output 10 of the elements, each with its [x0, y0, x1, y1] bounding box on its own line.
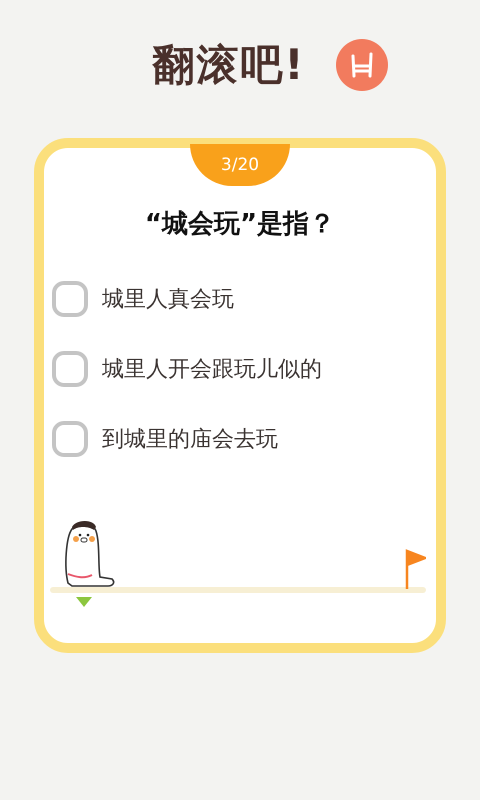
option-checkbox[interactable]	[52, 351, 88, 387]
flag-icon	[404, 549, 426, 589]
app-logo: 翻滚吧!	[152, 39, 306, 91]
question-counter: 3/20	[190, 144, 290, 186]
option-checkbox[interactable]	[52, 281, 88, 317]
question-text: “城会玩”是指？	[144, 208, 336, 241]
option-label[interactable]: 城里人开会跟玩儿似的	[102, 354, 322, 384]
option-label[interactable]: 到城里的庙会去玩	[102, 424, 278, 454]
option-checkbox[interactable]	[52, 421, 88, 457]
option-label[interactable]: 城里人真会玩	[102, 284, 234, 314]
